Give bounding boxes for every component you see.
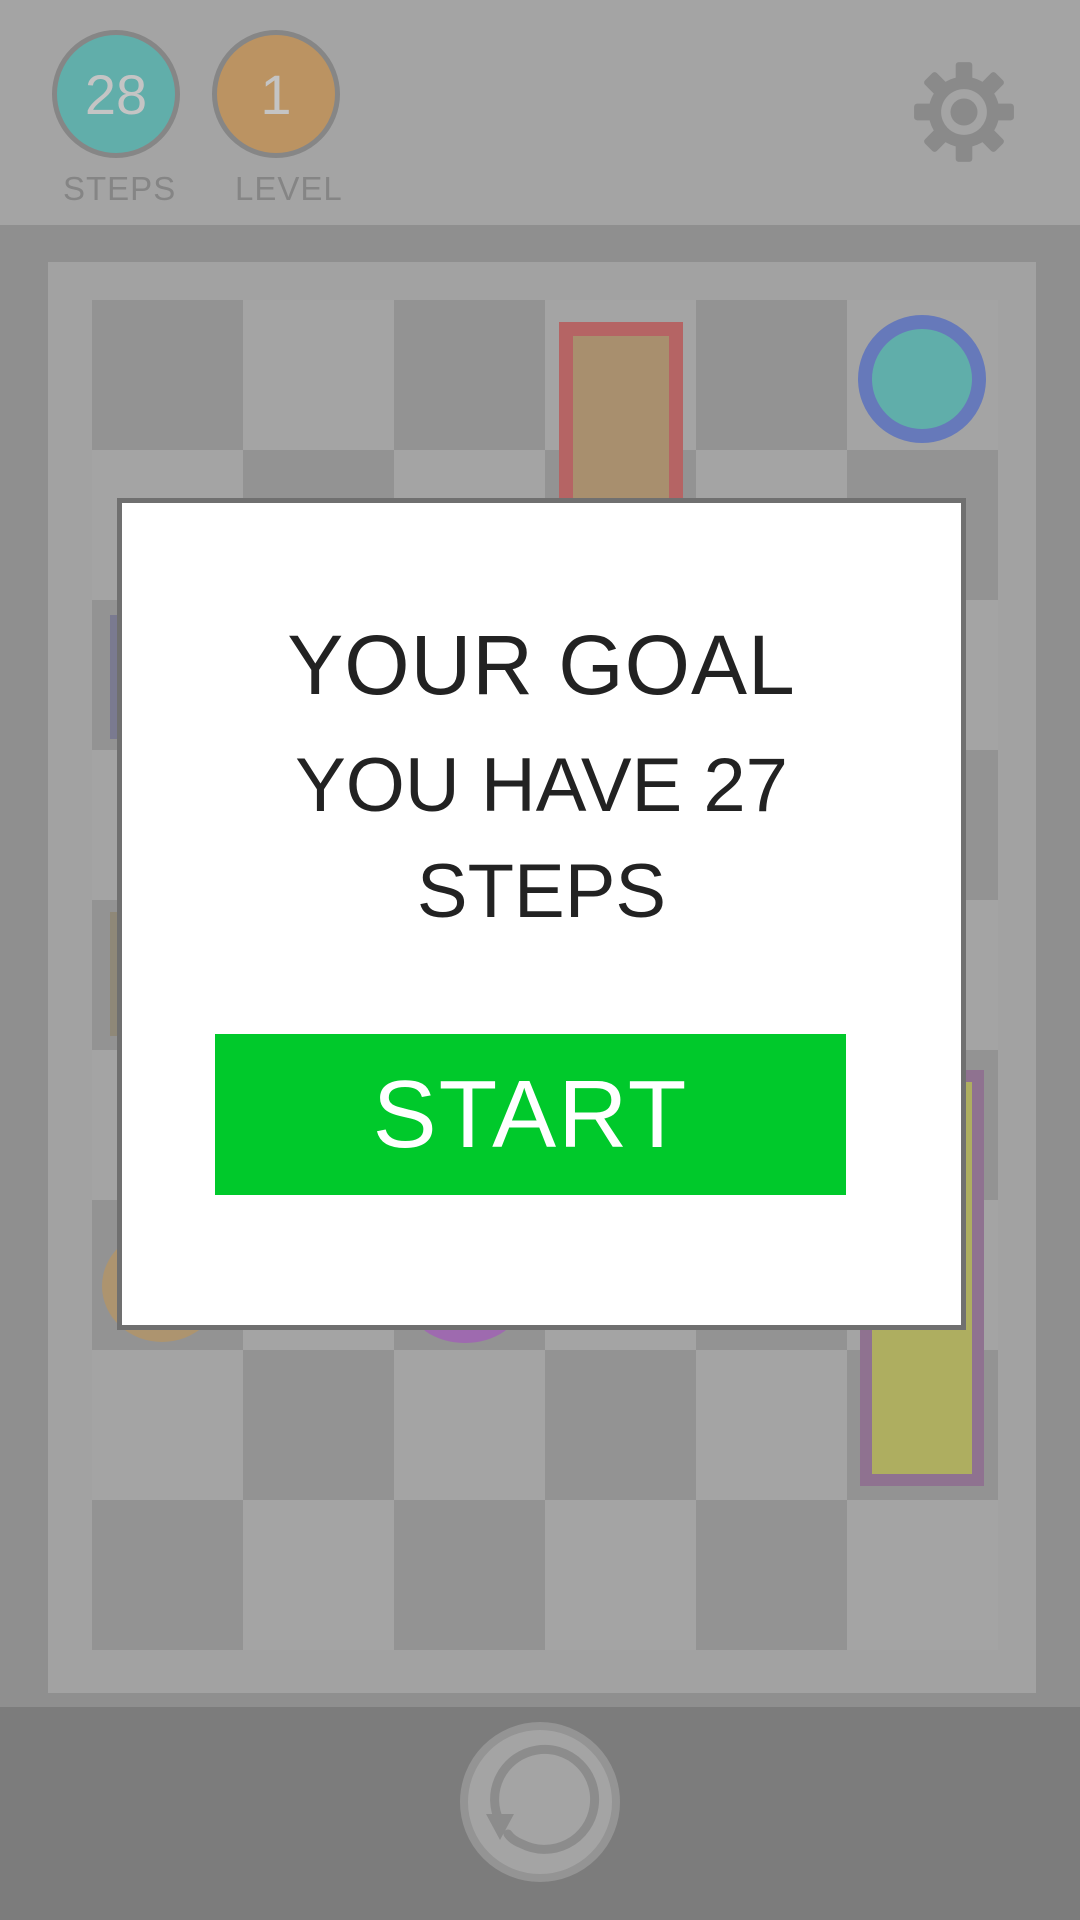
reset-icon[interactable] <box>460 1722 620 1882</box>
steps-label: STEPS <box>63 170 177 207</box>
dialog-title: YOUR GOAL <box>287 618 796 712</box>
board-cell[interactable] <box>545 1350 696 1500</box>
header-bar: 28 STEPS 1 LEVEL <box>0 0 1080 225</box>
start-button[interactable]: START <box>215 1034 846 1195</box>
board-cell[interactable] <box>696 300 847 450</box>
gear-icon[interactable] <box>912 60 1016 164</box>
red-bordered-block[interactable] <box>559 322 683 512</box>
dialog-message: YOU HAVE 27 STEPS <box>122 733 961 945</box>
board-cell[interactable] <box>92 1500 243 1650</box>
board-cell[interactable] <box>847 1500 998 1650</box>
level-value: 1 <box>260 62 292 126</box>
board-cell[interactable] <box>696 1500 847 1650</box>
board-cell[interactable] <box>243 1350 394 1500</box>
level-label: LEVEL <box>235 170 343 207</box>
board-cell[interactable] <box>92 300 243 450</box>
goal-dialog: YOUR GOAL YOU HAVE 27 STEPS START <box>117 498 966 1330</box>
steps-value: 28 <box>84 62 148 126</box>
board-cell[interactable] <box>92 1350 243 1500</box>
steps-counter: 28 <box>52 30 180 158</box>
board-cell[interactable] <box>243 300 394 450</box>
board-cell[interactable] <box>243 1500 394 1650</box>
board-cell[interactable] <box>394 1350 545 1500</box>
board-cell[interactable] <box>394 1500 545 1650</box>
dialog-line-2: STEPS <box>416 849 667 934</box>
board-cell[interactable] <box>545 1500 696 1650</box>
dialog-line-1: YOU HAVE 27 <box>295 743 788 828</box>
teal-ball[interactable] <box>858 315 986 443</box>
level-counter: 1 <box>212 30 340 158</box>
board-cell[interactable] <box>696 1350 847 1500</box>
board-cell[interactable] <box>394 300 545 450</box>
